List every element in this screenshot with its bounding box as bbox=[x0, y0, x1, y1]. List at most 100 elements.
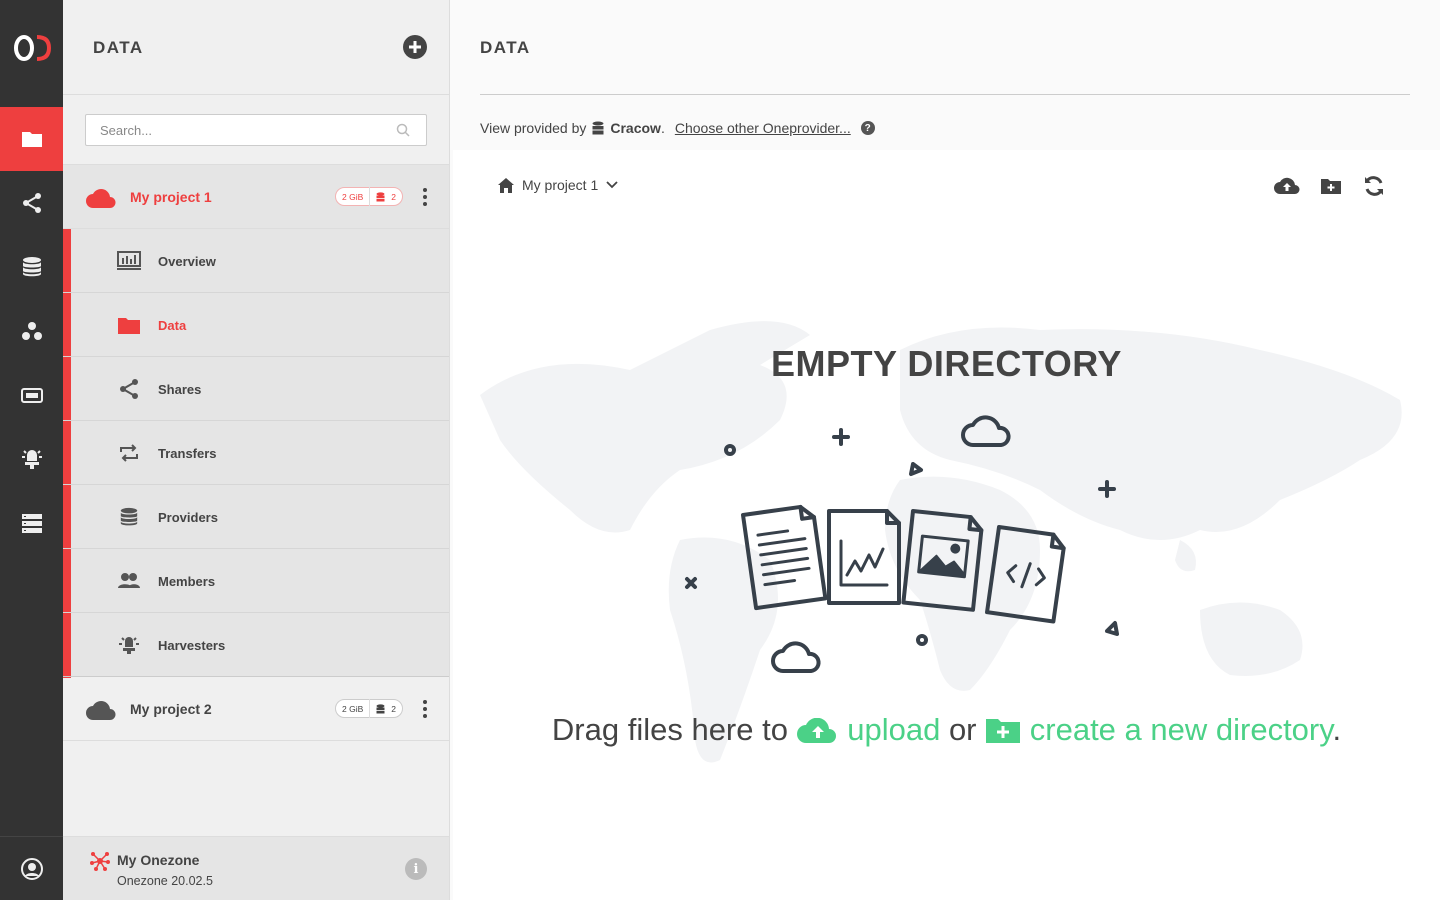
cloud-upload-icon bbox=[796, 717, 836, 743]
create-directory-label: create a new directory bbox=[1029, 712, 1333, 747]
folder-icon bbox=[118, 318, 140, 334]
space-support-badge: 2 GiB 2 bbox=[335, 699, 403, 718]
onezone-name: My Onezone bbox=[117, 852, 200, 868]
share-icon bbox=[22, 193, 41, 213]
space-support-badge: 2 GiB 2 bbox=[335, 187, 403, 206]
submenu-label: Providers bbox=[158, 510, 218, 525]
search-input[interactable] bbox=[85, 114, 427, 146]
create-directory-link[interactable]: create a new directory bbox=[985, 712, 1332, 747]
groups-icon bbox=[21, 322, 42, 340]
sidebar-header: DATA bbox=[63, 0, 449, 95]
folder-plus-icon bbox=[1321, 179, 1341, 194]
divider bbox=[480, 94, 1410, 95]
space-name: My project 2 bbox=[130, 701, 212, 717]
refresh-icon bbox=[1365, 176, 1383, 196]
new-directory-button[interactable] bbox=[1318, 174, 1344, 198]
submenu-label: Data bbox=[158, 318, 187, 333]
space-provider-count: 2 bbox=[391, 703, 396, 714]
refresh-button[interactable] bbox=[1361, 174, 1387, 198]
breadcrumb[interactable]: My project 1 bbox=[498, 177, 618, 193]
period: . bbox=[1332, 712, 1342, 747]
onezone-icon bbox=[90, 852, 110, 871]
page-title: DATA bbox=[480, 38, 531, 57]
breadcrumb-current: My project 1 bbox=[522, 177, 599, 193]
rail-tokens[interactable] bbox=[0, 363, 63, 427]
upload-button[interactable] bbox=[1274, 174, 1300, 198]
submenu-label: Overview bbox=[158, 254, 216, 269]
database-icon bbox=[592, 121, 604, 135]
transfer-icon bbox=[120, 444, 138, 462]
space-actions-menu[interactable] bbox=[415, 185, 435, 209]
sidebar-title: DATA bbox=[93, 38, 144, 57]
database-icon bbox=[120, 507, 138, 526]
upload-link[interactable]: upload bbox=[796, 712, 941, 747]
database-icon bbox=[376, 703, 385, 713]
add-space-icon[interactable] bbox=[403, 35, 427, 59]
submenu-providers[interactable]: Providers bbox=[63, 485, 449, 549]
folder-icon bbox=[21, 132, 42, 147]
submenu-label: Harvesters bbox=[158, 638, 226, 653]
logo-icon bbox=[13, 34, 51, 61]
rail-providers[interactable] bbox=[0, 235, 63, 299]
rail-clusters[interactable] bbox=[0, 491, 63, 555]
share-icon bbox=[120, 379, 138, 399]
members-icon bbox=[118, 573, 140, 588]
search-icon bbox=[396, 123, 410, 137]
user-icon bbox=[20, 857, 43, 880]
choose-provider-link[interactable]: Choose other Oneprovider... bbox=[675, 120, 851, 136]
submenu-members[interactable]: Members bbox=[63, 549, 449, 613]
onezone-footer: My Onezone Onezone 20.02.5 i bbox=[63, 836, 449, 900]
main-menu-rail bbox=[0, 0, 63, 900]
empty-directory-illustration bbox=[685, 415, 1119, 673]
space-item-my-project-1[interactable]: My project 1 2 GiB 2 bbox=[63, 165, 449, 229]
onedata-logo[interactable] bbox=[0, 0, 63, 95]
search-bar bbox=[63, 95, 449, 165]
info-icon[interactable]: i bbox=[405, 858, 427, 880]
user-account-button[interactable] bbox=[0, 836, 63, 900]
folder-plus-icon bbox=[986, 719, 1021, 743]
space-name: My project 1 bbox=[130, 189, 212, 205]
harvester-icon bbox=[119, 637, 139, 654]
submenu-harvesters[interactable]: Harvesters bbox=[63, 613, 449, 677]
space-size: 2 GiB bbox=[342, 191, 364, 202]
token-icon bbox=[20, 388, 43, 403]
home-icon bbox=[498, 177, 514, 193]
space-provider-count: 2 bbox=[391, 191, 396, 202]
drag-prefix: Drag files here to bbox=[551, 712, 788, 747]
space-item-my-project-2[interactable]: My project 2 2 GiB 2 bbox=[63, 677, 449, 741]
help-icon[interactable]: ? bbox=[860, 121, 875, 135]
view-provided-label: View provided by bbox=[480, 120, 587, 136]
rail-data[interactable] bbox=[0, 107, 63, 171]
provider-info: View provided by Cracow. Choose other On… bbox=[480, 120, 875, 136]
space-submenu: Overview Data Shares Transfers Providers… bbox=[63, 229, 449, 677]
upload-label: upload bbox=[847, 712, 941, 747]
database-icon bbox=[376, 191, 385, 201]
submenu-shares[interactable]: Shares bbox=[63, 357, 449, 421]
submenu-overview[interactable]: Overview bbox=[63, 229, 449, 293]
sidebar: DATA My project 1 2 GiB 2 Overview Data … bbox=[63, 0, 450, 900]
harvester-icon bbox=[21, 450, 42, 469]
empty-directory-title: EMPTY DIRECTORY bbox=[771, 343, 1122, 384]
chevron-down-icon bbox=[606, 181, 618, 189]
submenu-transfers[interactable]: Transfers bbox=[63, 421, 449, 485]
onezone-version: Onezone 20.02.5 bbox=[117, 874, 213, 888]
rail-harvesters[interactable] bbox=[0, 427, 63, 491]
file-browser[interactable]: My project 1 EMPTY DIRECTORY Drag files … bbox=[453, 150, 1440, 900]
overview-icon bbox=[117, 251, 141, 270]
submenu-label: Members bbox=[158, 574, 216, 589]
cloud-icon bbox=[86, 189, 116, 208]
drag-instructions: Drag files here to upload or create a ne… bbox=[453, 712, 1440, 748]
space-actions-menu[interactable] bbox=[415, 697, 435, 721]
or-label: or bbox=[948, 712, 977, 747]
submenu-data[interactable]: Data bbox=[63, 293, 449, 357]
rail-groups[interactable] bbox=[0, 299, 63, 363]
space-size: 2 GiB bbox=[342, 703, 364, 714]
cloud-upload-icon bbox=[1274, 177, 1300, 194]
rail-shares[interactable] bbox=[0, 171, 63, 235]
provider-name: Cracow bbox=[610, 120, 661, 136]
submenu-label: Transfers bbox=[158, 446, 217, 461]
submenu-label: Shares bbox=[158, 382, 202, 397]
cloud-icon bbox=[86, 701, 116, 720]
clusters-icon bbox=[21, 514, 42, 533]
database-icon bbox=[22, 257, 41, 277]
